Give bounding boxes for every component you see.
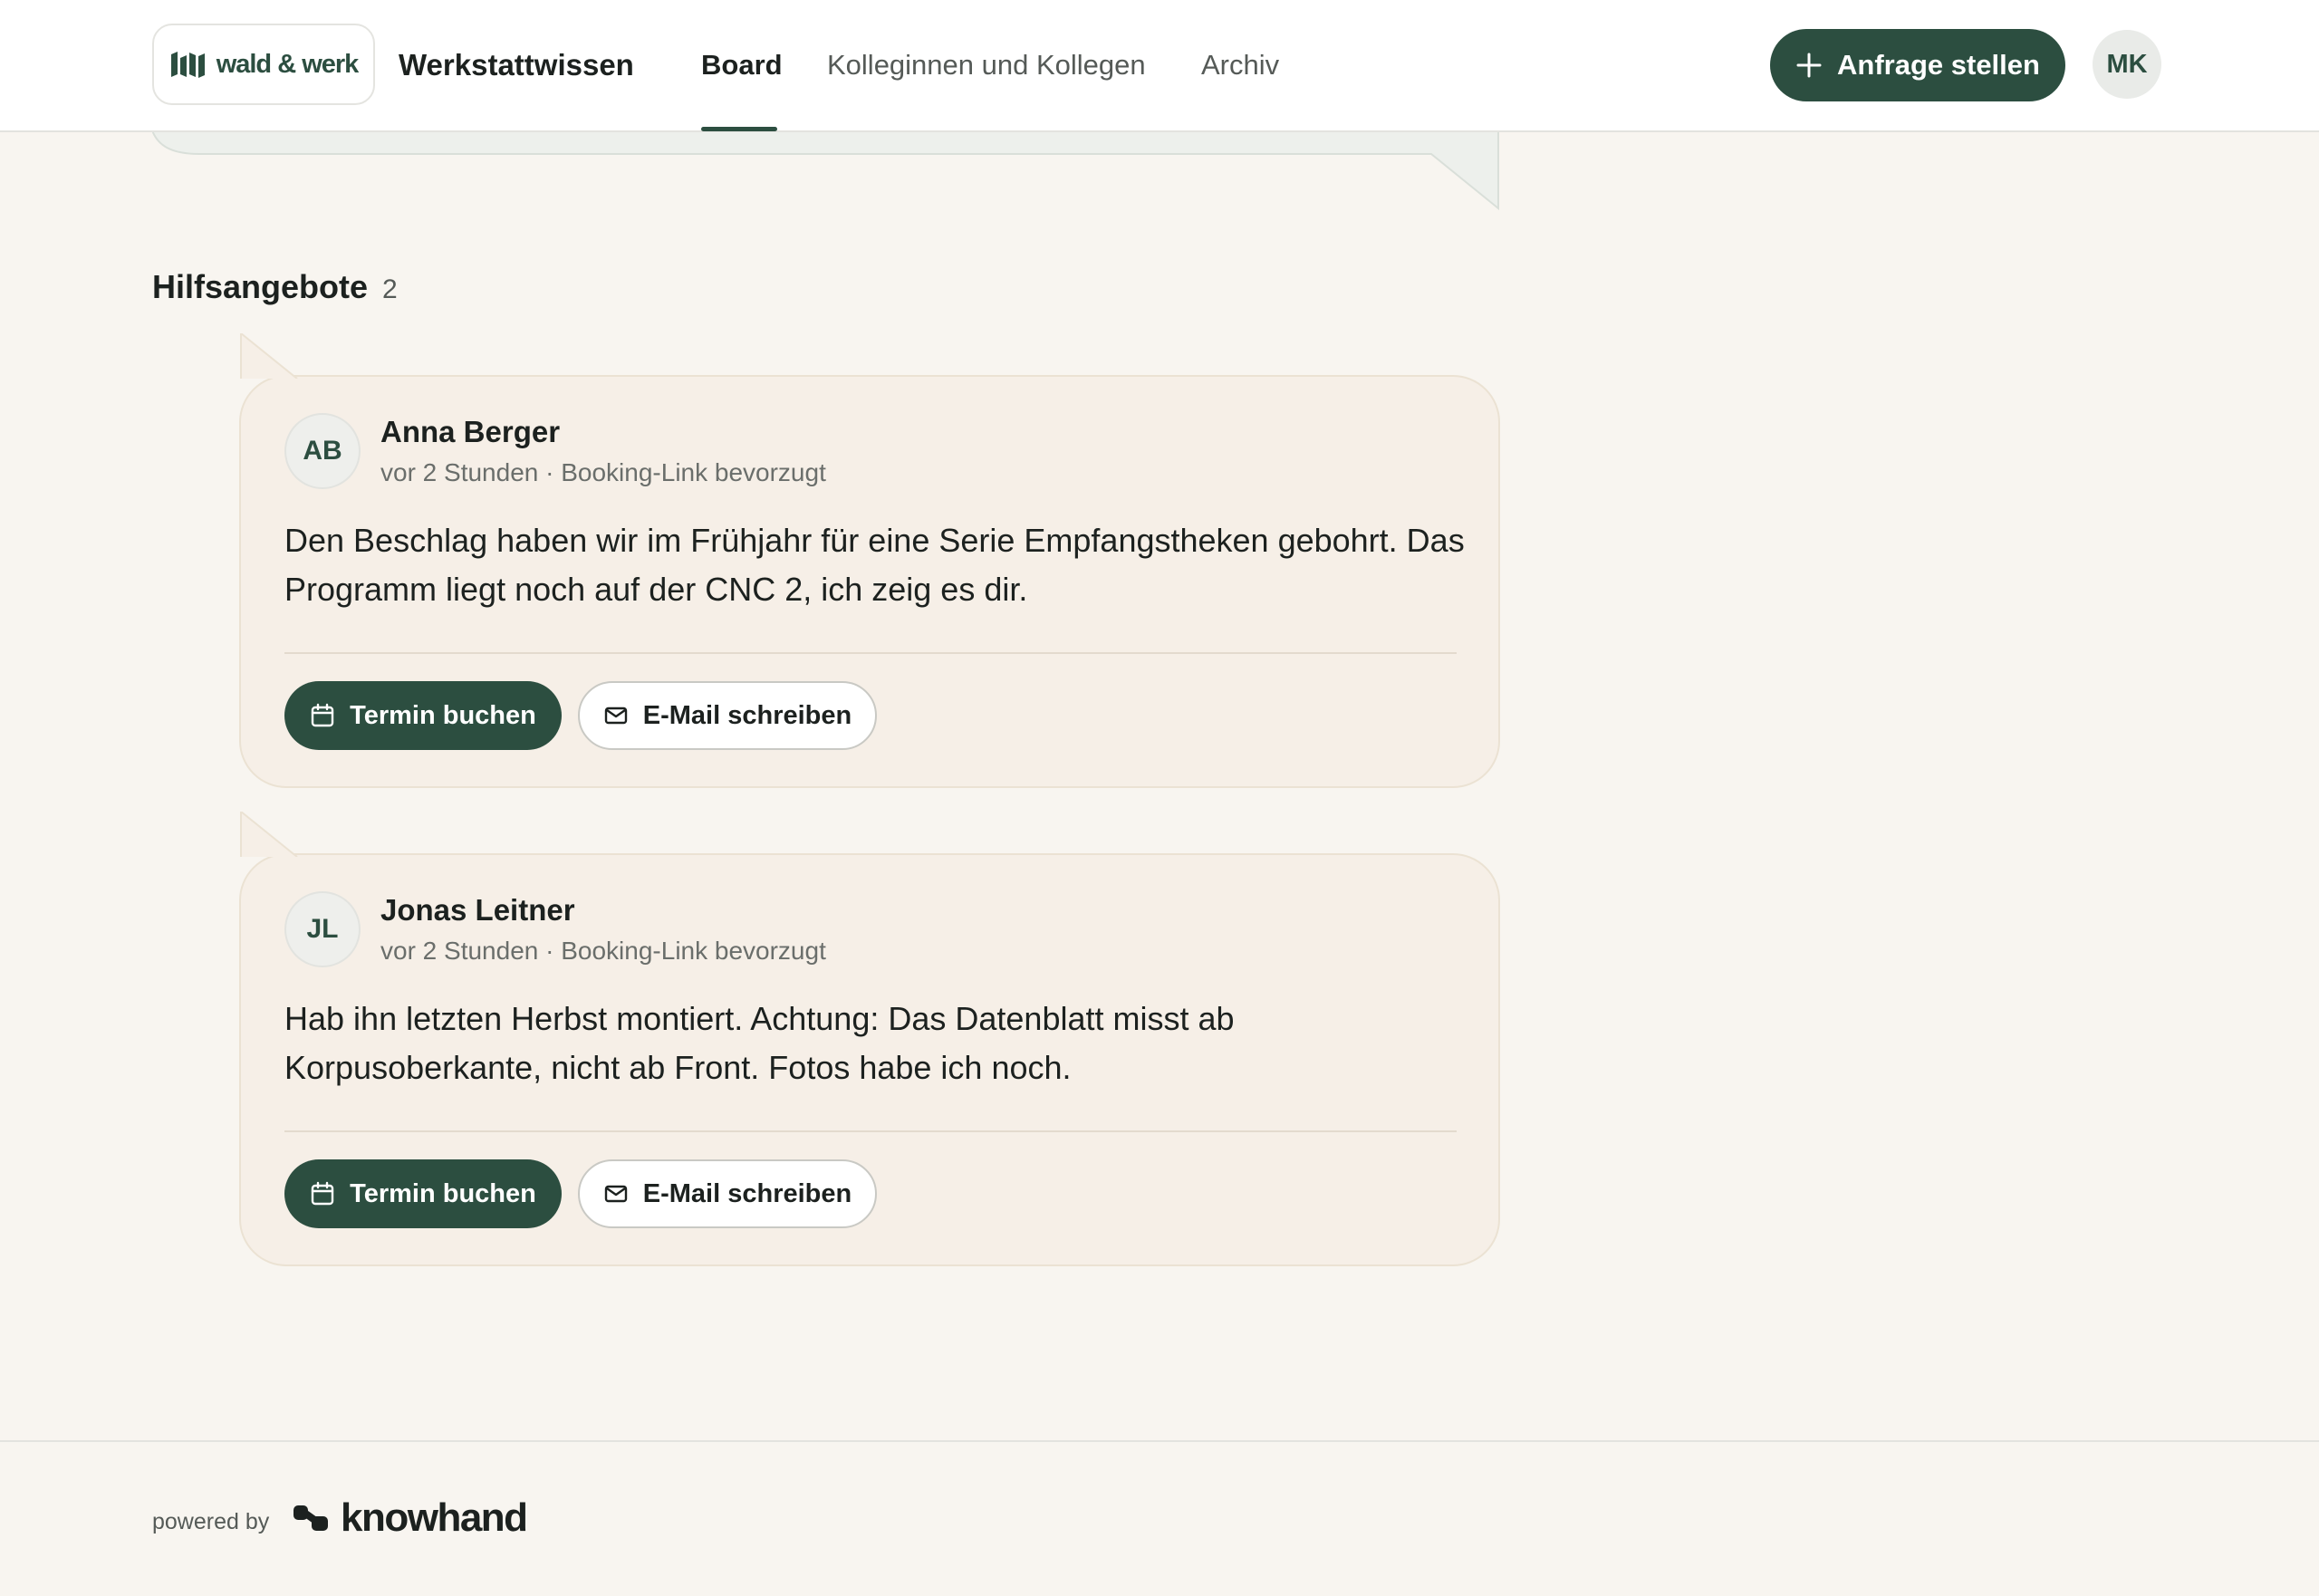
create-request-button[interactable]: Anfrage stellen xyxy=(1770,29,2065,101)
footer: powered by knowhand xyxy=(0,1440,2319,1596)
section-title: Hilfsangebote xyxy=(152,268,369,305)
meta-separator: · xyxy=(545,937,554,965)
offer-meta: vor 2 Stunden · Booking-Link bevorzugt xyxy=(380,457,826,489)
knowhand-logo[interactable]: knowhand xyxy=(292,1495,528,1542)
offer-time: vor 2 Stunden xyxy=(380,458,539,486)
offers-section-heading: Hilfsangebote 2 xyxy=(152,268,398,313)
knowhand-logo-icon xyxy=(293,1505,328,1531)
avatar: JL xyxy=(284,891,361,967)
nav-tab-board[interactable]: Board xyxy=(701,45,783,85)
request-card-bottom xyxy=(152,130,1499,211)
book-appointment-label: Termin buchen xyxy=(350,1178,536,1208)
avatar: AB xyxy=(284,413,361,489)
top-bar: wald & werk Werkstattwissen Board Kolleg… xyxy=(0,0,2319,132)
offer-message: Den Beschlag haben wir im Frühjahr für e… xyxy=(284,522,1465,608)
create-request-label: Anfrage stellen xyxy=(1837,49,2040,81)
offers-count: 2 xyxy=(382,274,398,304)
offer-meta: vor 2 Stunden · Booking-Link bevorzugt xyxy=(380,935,826,967)
powered-by-label: powered by xyxy=(152,1509,270,1534)
card-tail xyxy=(240,333,298,379)
write-email-label: E-Mail schreiben xyxy=(642,1178,852,1208)
book-appointment-label: Termin buchen xyxy=(350,700,536,730)
user-avatar[interactable]: MK xyxy=(2093,30,2161,99)
wald-werk-logo-icon xyxy=(170,52,205,78)
calendar-icon xyxy=(311,1181,334,1206)
nav-tab-archive[interactable]: Archiv xyxy=(1201,45,1279,85)
mail-icon xyxy=(604,1185,627,1203)
plus-icon xyxy=(1796,53,1822,78)
calendar-icon xyxy=(311,703,334,727)
offer-message: Hab ihn letzten Herbst montiert. Achtung… xyxy=(284,1000,1235,1086)
write-email-button[interactable]: E-Mail schreiben xyxy=(578,681,877,750)
knowhand-wordmark: knowhand xyxy=(341,1495,528,1540)
logo-content: wald & werk xyxy=(169,49,359,80)
offer-time: vor 2 Stunden xyxy=(380,937,539,965)
app-title: Werkstattwissen xyxy=(399,48,634,82)
offer-card: JL Jonas Leitner vor 2 Stunden · Booking… xyxy=(239,812,1500,1266)
card-divider xyxy=(284,1130,1457,1132)
offer-author-name: Jonas Leitner xyxy=(380,893,575,927)
company-logo[interactable]: wald & werk xyxy=(152,24,375,105)
card-divider xyxy=(284,652,1457,654)
meta-separator: · xyxy=(545,458,554,486)
contact-preference: Booking-Link bevorzugt xyxy=(561,937,826,965)
active-tab-indicator xyxy=(701,127,777,131)
mail-icon xyxy=(604,707,627,725)
book-appointment-button[interactable]: Termin buchen xyxy=(284,1159,562,1228)
book-appointment-button[interactable]: Termin buchen xyxy=(284,681,562,750)
nav-tab-colleagues[interactable]: Kolleginnen und Kollegen xyxy=(827,45,1146,85)
card-tail xyxy=(240,812,298,857)
write-email-button[interactable]: E-Mail schreiben xyxy=(578,1159,877,1228)
contact-preference: Booking-Link bevorzugt xyxy=(561,458,826,486)
logo-wordmark: wald & werk xyxy=(216,49,360,79)
offer-author-name: Anna Berger xyxy=(380,415,561,448)
offer-card: AB Anna Berger vor 2 Stunden · Booking-L… xyxy=(239,333,1500,788)
write-email-label: E-Mail schreiben xyxy=(642,700,852,730)
